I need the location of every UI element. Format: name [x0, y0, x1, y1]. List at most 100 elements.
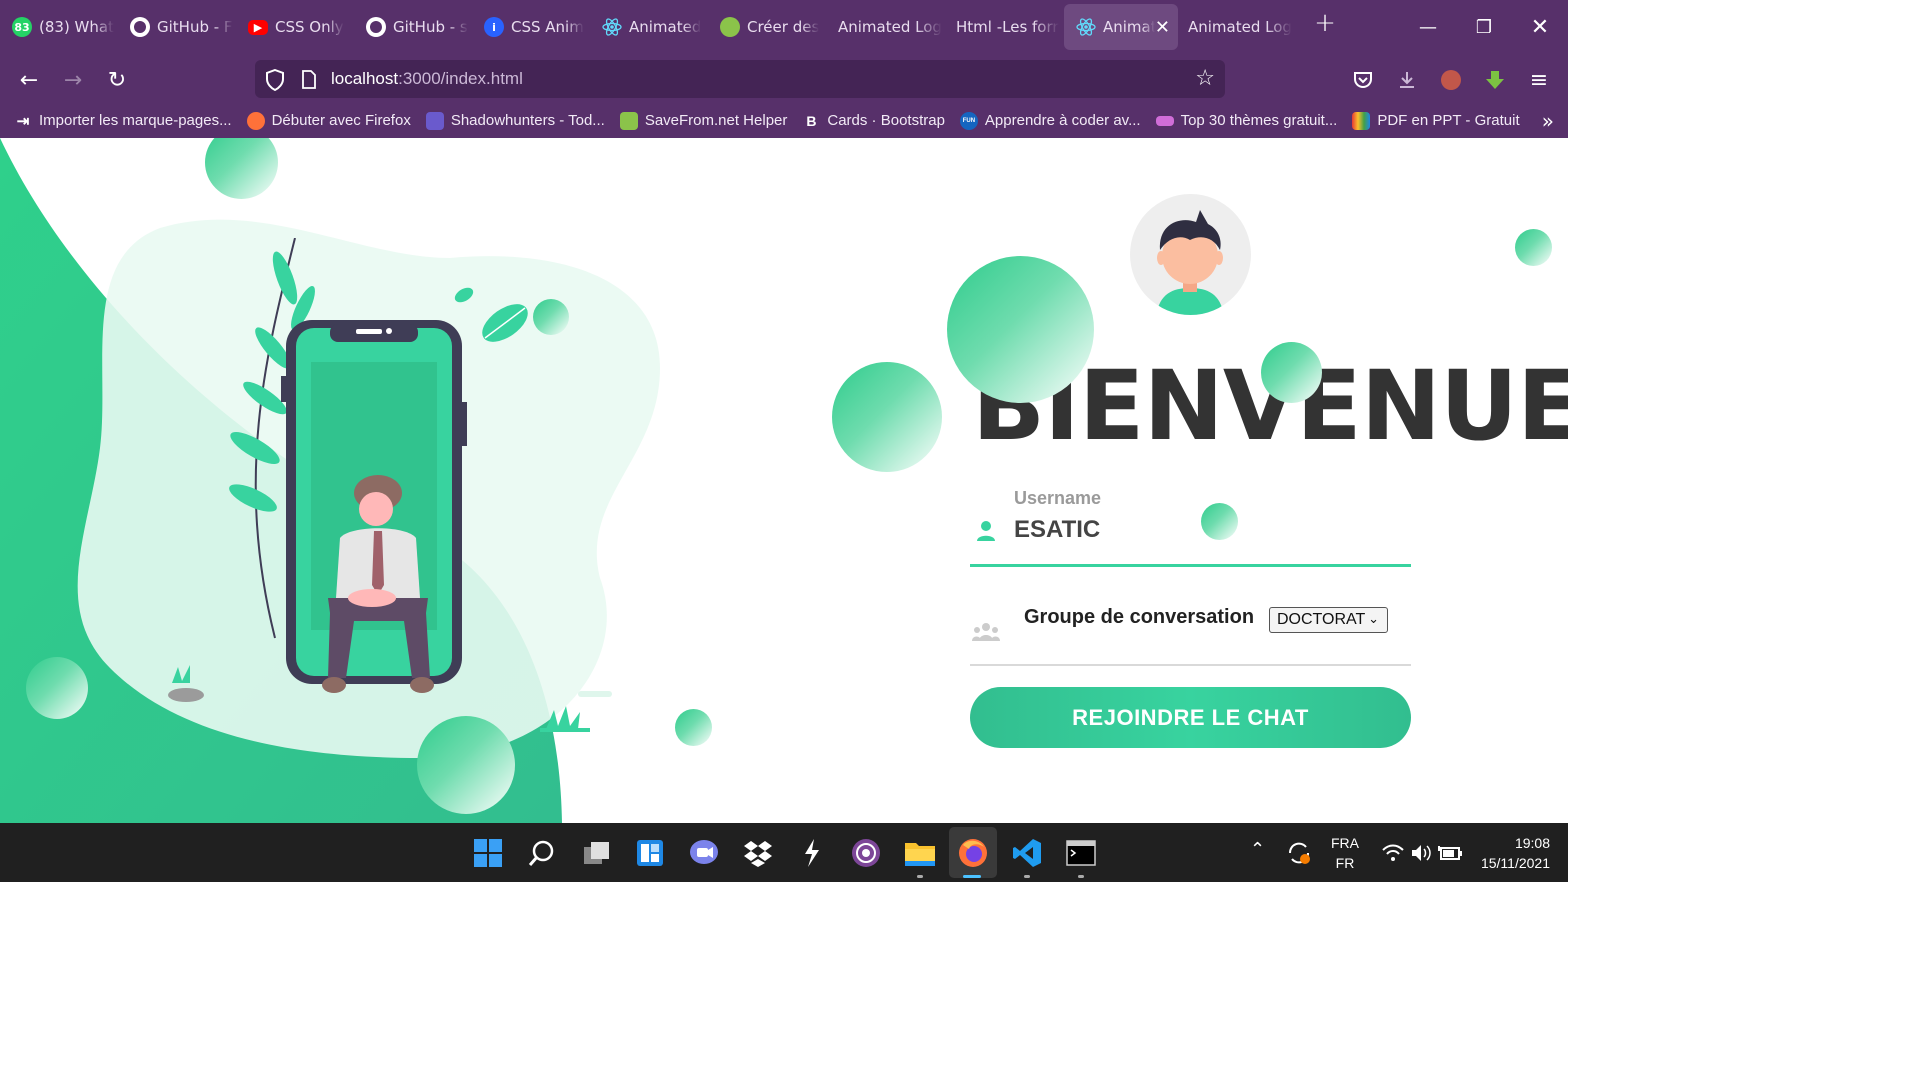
browser-tab[interactable]: Html -Les forr — [944, 4, 1062, 50]
close-window-button[interactable]: ✕ — [1512, 0, 1568, 55]
bookmark-item[interactable]: Débuter avec Firefox — [246, 111, 411, 130]
more-bookmarks-icon[interactable]: » — [1542, 109, 1554, 133]
flower-icon — [425, 111, 444, 130]
tab-label: GitHub - s — [393, 18, 468, 36]
minimize-button[interactable]: — — [1400, 0, 1456, 55]
search-icon[interactable] — [525, 836, 559, 870]
bookmark-item[interactable]: Top 30 thèmes gratuit... — [1155, 112, 1338, 129]
github-icon — [366, 17, 386, 37]
browser-tab-bar: + — ❐ ✕ 83 (83) What GitHub - F ▶ CSS Only Gi… — [0, 0, 1568, 55]
vscode-icon[interactable] — [1010, 836, 1044, 870]
widgets-icon[interactable] — [633, 836, 667, 870]
bookmark-label: Débuter avec Firefox — [271, 112, 411, 129]
wp-icon — [1155, 115, 1174, 126]
savefrom-extension-icon[interactable] — [1480, 65, 1510, 95]
terminal-icon[interactable] — [1064, 836, 1098, 870]
clock-time[interactable]: 19:08 — [1476, 835, 1550, 851]
language-bottom[interactable]: FR — [1326, 855, 1364, 871]
bookmark-item[interactable]: B Cards · Bootstrap — [802, 111, 945, 130]
downloads-icon[interactable] — [1392, 65, 1422, 95]
task-view-icon[interactable] — [580, 836, 614, 870]
lightning-app-icon[interactable] — [795, 836, 829, 870]
tab-label: (83) What — [39, 18, 114, 36]
sync-icon[interactable] — [1282, 836, 1316, 870]
tab-label: Animated — [629, 18, 702, 36]
group-underline — [970, 664, 1411, 666]
bookmark-label: Cards · Bootstrap — [827, 112, 945, 129]
shield-icon[interactable] — [265, 68, 285, 95]
reload-icon[interactable]: ↻ — [102, 65, 132, 95]
running-indicator — [963, 875, 981, 878]
bubble — [533, 299, 569, 335]
browser-tab[interactable]: Animat ✕ — [1064, 4, 1178, 50]
tab-label: Créer des — [747, 18, 820, 36]
rock-plant-illustration — [168, 665, 204, 702]
extension-avatar-icon[interactable] — [1436, 65, 1466, 95]
bookmark-label: SaveFrom.net Helper — [644, 112, 788, 129]
grass-illustration — [540, 706, 590, 732]
url-text[interactable]: localhost:3000/index.html — [331, 69, 523, 89]
download-arrow-icon — [619, 111, 638, 130]
browser-tab[interactable]: i CSS Anim — [472, 4, 590, 50]
leaf-icon — [720, 17, 740, 37]
bookmark-star-icon[interactable]: ☆ — [1195, 66, 1215, 91]
pocket-icon[interactable] — [1348, 65, 1378, 95]
chevron-down-icon: ⌄ — [1368, 611, 1379, 626]
bubble — [1515, 229, 1552, 266]
close-tab-icon[interactable]: ✕ — [1155, 17, 1170, 38]
username-input[interactable]: ESATIC — [1014, 516, 1100, 544]
language-top[interactable]: FRA — [1326, 835, 1364, 851]
group-label: Groupe de conversation — [1024, 606, 1255, 628]
bubble — [1261, 342, 1322, 403]
bookmark-label: PDF en PPT - Gratuit — [1377, 112, 1520, 129]
running-indicator — [917, 875, 923, 878]
new-tab-button[interactable]: + — [1306, 8, 1344, 38]
bubble — [947, 256, 1094, 403]
user-avatar-icon — [1156, 210, 1224, 315]
bookmark-item[interactable]: Shadowhunters - Tod... — [425, 111, 605, 130]
tab-label: Html -Les forr — [956, 18, 1059, 36]
tab-label: Animat — [1103, 18, 1155, 36]
browser-tab[interactable]: ▶ CSS Only — [236, 4, 354, 50]
react-icon — [1076, 17, 1096, 37]
tab-label: Animated Log — [838, 18, 942, 36]
windows-start-icon[interactable] — [471, 836, 505, 870]
tab-label: Animated Log — [1188, 18, 1292, 36]
browser-tab[interactable]: Animated — [590, 4, 708, 50]
bookmark-label: Top 30 thèmes gratuit... — [1180, 112, 1338, 129]
menu-icon[interactable]: ≡ — [1524, 65, 1554, 95]
bookmark-item[interactable]: FUN Apprendre à coder av... — [959, 111, 1141, 130]
restore-button[interactable]: ❐ — [1456, 0, 1512, 55]
address-bar[interactable]: localhost:3000/index.html ☆ — [255, 60, 1225, 98]
page-icon — [301, 70, 317, 93]
browser-tab[interactable]: GitHub - F — [118, 4, 236, 50]
whatsapp-icon: 83 — [12, 17, 32, 37]
group-select[interactable]: DOCTORAT ⌄ — [1269, 607, 1388, 633]
show-hidden-icons-icon[interactable]: ⌃ — [1250, 839, 1265, 860]
browser-tab[interactable]: Animated Log — [826, 4, 944, 50]
browser-tab[interactable]: Animated Log — [1176, 4, 1294, 50]
back-icon[interactable]: ← — [14, 65, 44, 95]
bookmark-item[interactable]: SaveFrom.net Helper — [619, 111, 788, 130]
teams-chat-icon[interactable] — [687, 836, 721, 870]
join-chat-button[interactable]: REJOINDRE LE CHAT — [970, 687, 1411, 748]
bookmark-item[interactable]: ⇥ Importer les marque-pages... — [14, 111, 232, 130]
bookmark-label: Shadowhunters - Tod... — [450, 112, 605, 129]
browser-tab[interactable]: GitHub - s — [354, 4, 472, 50]
avatar — [1130, 194, 1251, 315]
browser-tab[interactable]: Créer des — [708, 4, 826, 50]
firefox-icon[interactable] — [956, 836, 990, 870]
clock-date[interactable]: 15/11/2021 — [1466, 855, 1550, 871]
file-explorer-icon[interactable] — [903, 836, 937, 870]
tab-label: CSS Only — [275, 18, 344, 36]
bookmark-item[interactable]: PDF en PPT - Gratuit — [1352, 111, 1520, 130]
ilovepdf-icon — [1352, 111, 1371, 130]
forward-icon[interactable]: → — [58, 65, 88, 95]
browser-tab[interactable]: 83 (83) What — [0, 4, 118, 50]
tor-browser-icon[interactable] — [849, 836, 883, 870]
bubble — [1201, 503, 1238, 540]
bootstrap-icon: B — [802, 111, 821, 130]
dropbox-icon[interactable] — [741, 836, 775, 870]
running-indicator — [1078, 875, 1084, 878]
battery-icon[interactable] — [1433, 836, 1467, 870]
